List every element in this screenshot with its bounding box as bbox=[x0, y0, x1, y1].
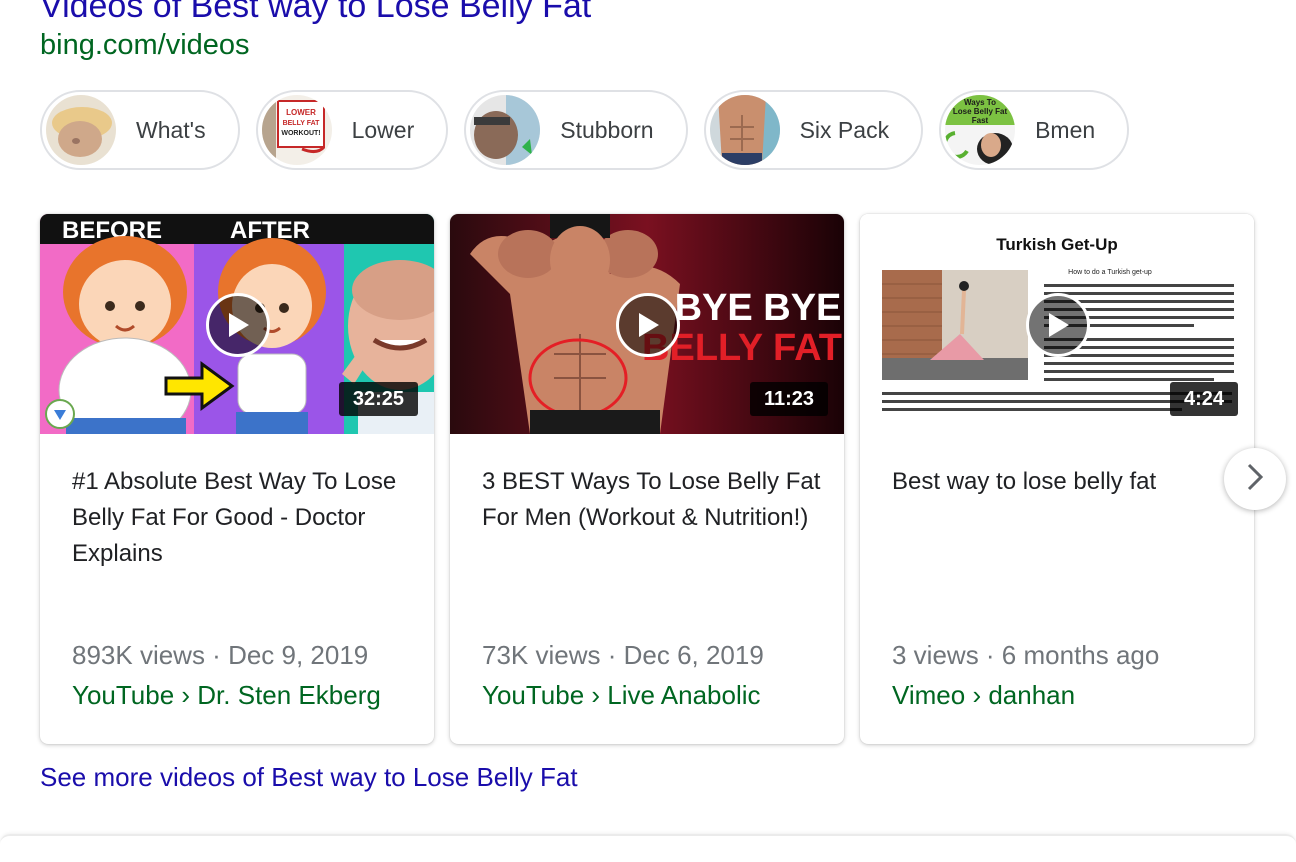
svg-text:Ways To: Ways To bbox=[964, 98, 996, 107]
video-meta: 3 views · 6 months ago bbox=[892, 640, 1160, 670]
bye-bye-text: BYE BYE bbox=[675, 287, 842, 329]
svg-text:WORKOUT!: WORKOUT! bbox=[281, 130, 320, 137]
chip-six-pack[interactable]: Six Pack bbox=[703, 90, 924, 170]
source-url[interactable]: bing.com/videos bbox=[40, 28, 250, 62]
video-card[interactable]: BEFORE AFTER 32:25 #1 Absolute Best Way … bbox=[40, 214, 434, 744]
carousel-next-button[interactable] bbox=[1224, 448, 1286, 510]
ways-to-lose-belly-fat-thumbnail-icon: Ways To Lose Belly Fat Fast bbox=[945, 95, 1016, 165]
video-duration: 32:25 bbox=[338, 382, 418, 416]
chip-label: Bmen bbox=[1035, 116, 1096, 143]
video-thumbnail[interactable]: Turkish Get-Up How to do a Turkish get-u… bbox=[860, 214, 1254, 434]
turkish-getup-subheading: How to do a Turkish get-up bbox=[1068, 269, 1152, 276]
play-button-icon[interactable] bbox=[1026, 293, 1090, 357]
video-duration: 11:23 bbox=[749, 382, 828, 416]
related-search-chips: What's LOWER BELLY FAT WORKOUT! Lower St… bbox=[40, 90, 1130, 174]
video-carousel: BEFORE AFTER 32:25 #1 Absolute Best Way … bbox=[40, 214, 1254, 744]
svg-text:BELLY FAT: BELLY FAT bbox=[282, 120, 320, 127]
svg-text:LOWER: LOWER bbox=[286, 108, 316, 117]
six-pack-thumbnail-icon bbox=[709, 95, 780, 165]
video-source[interactable]: Vimeo › danhan bbox=[892, 678, 1075, 712]
video-title[interactable]: Best way to lose belly fat bbox=[892, 464, 1232, 500]
chip-whats[interactable]: What's bbox=[40, 90, 240, 170]
lower-belly-workout-thumbnail-icon: LOWER BELLY FAT WORKOUT! bbox=[261, 95, 332, 165]
video-card[interactable]: BYE BYE BELLY FAT 11:23 3 BEST Ways To L… bbox=[450, 214, 844, 744]
chip-label: Six Pack bbox=[799, 116, 890, 143]
chip-stubborn[interactable]: Stubborn bbox=[464, 90, 688, 170]
video-source[interactable]: YouTube › Dr. Sten Ekberg bbox=[72, 678, 381, 712]
chip-bmen[interactable]: Ways To Lose Belly Fat Fast Bmen bbox=[939, 90, 1130, 170]
video-thumbnail[interactable]: BEFORE AFTER 32:25 bbox=[40, 214, 434, 434]
video-title[interactable]: 3 BEST Ways To Lose Belly Fat For Men (W… bbox=[482, 464, 822, 536]
turkish-getup-heading: Turkish Get-Up bbox=[996, 235, 1118, 254]
chip-lower[interactable]: LOWER BELLY FAT WORKOUT! Lower bbox=[255, 90, 449, 170]
video-duration: 4:24 bbox=[1169, 382, 1238, 416]
chip-label: What's bbox=[136, 116, 206, 143]
belly-thumbnail-icon bbox=[46, 95, 116, 165]
video-title[interactable]: #1 Absolute Best Way To Lose Belly Fat F… bbox=[72, 464, 412, 572]
stubborn-fat-thumbnail-icon bbox=[470, 95, 541, 165]
next-result-card-edge bbox=[0, 834, 1296, 862]
see-more-videos-link[interactable]: See more videos of Best way to Lose Bell… bbox=[40, 760, 578, 794]
play-button-icon[interactable] bbox=[206, 293, 270, 357]
video-meta: 893K views · Dec 9, 2019 bbox=[72, 640, 369, 670]
video-results-page: Videos of Best way to Lose Belly Fat bin… bbox=[0, 0, 1296, 862]
play-button-icon[interactable] bbox=[616, 293, 680, 357]
video-thumbnail[interactable]: BYE BYE BELLY FAT 11:23 bbox=[450, 214, 844, 434]
video-meta: 73K views · Dec 6, 2019 bbox=[482, 640, 764, 670]
video-card[interactable]: Turkish Get-Up How to do a Turkish get-u… bbox=[860, 214, 1254, 744]
videos-section-title[interactable]: Videos of Best way to Lose Belly Fat bbox=[40, 0, 591, 26]
chip-label: Lower bbox=[351, 116, 415, 143]
chevron-right-icon bbox=[1244, 462, 1266, 497]
svg-text:Lose Belly Fat: Lose Belly Fat bbox=[953, 107, 1008, 116]
chip-label: Stubborn bbox=[560, 116, 654, 143]
svg-text:Fast: Fast bbox=[972, 116, 989, 125]
video-source[interactable]: YouTube › Live Anabolic bbox=[482, 678, 761, 712]
